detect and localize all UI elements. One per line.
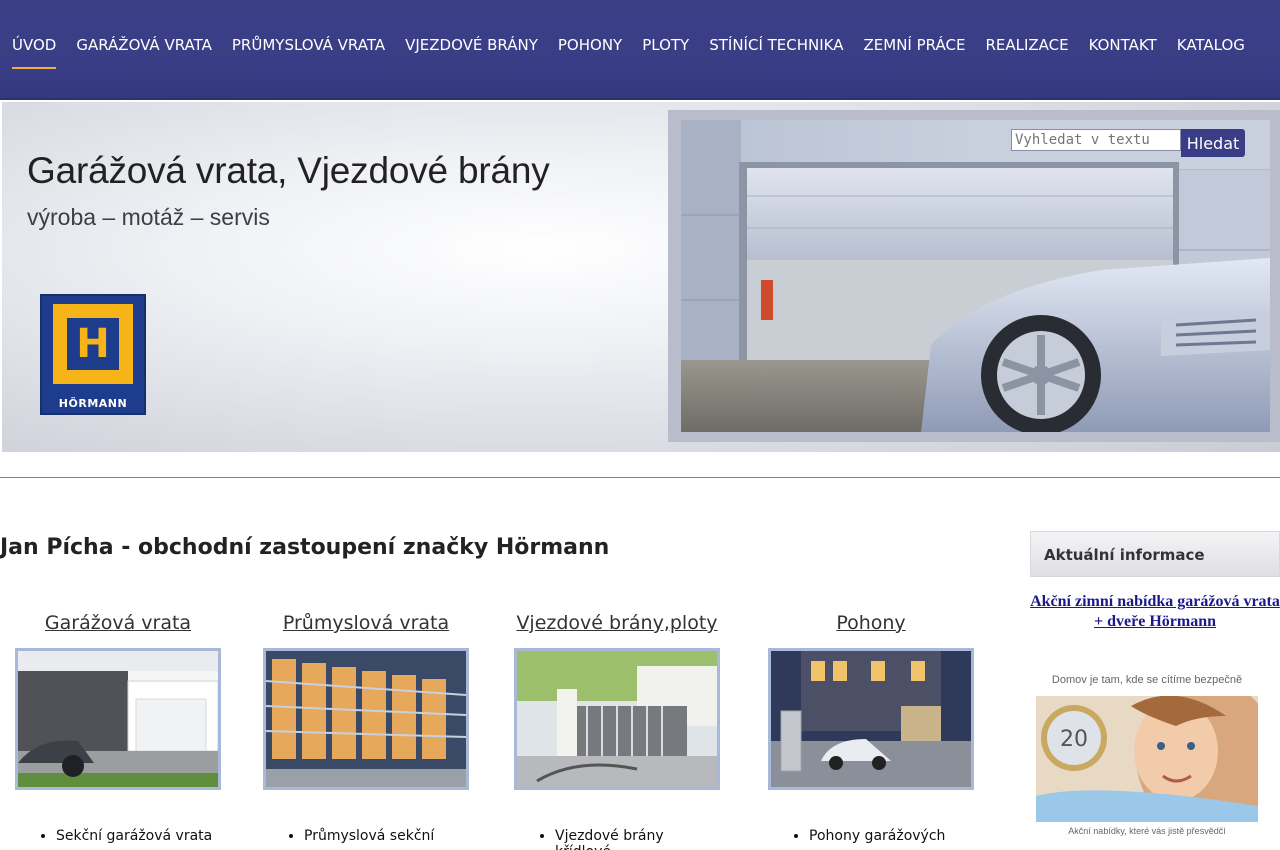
- section-divider: [0, 477, 1280, 478]
- main-navigation: ÚVOD GARÁŽOVÁ VRATA PRŮMYSLOVÁ VRATA VJE…: [0, 0, 1280, 100]
- category-vjezdove-brany: Vjezdové brány,ploty Vjezdové brány kříd…: [511, 612, 723, 850]
- promo-caption: Domov je tam, kde se cítíme bezpečně: [1051, 674, 1243, 686]
- nav-item-kontakt[interactable]: KONTAKT: [1079, 34, 1167, 70]
- nav-item-zemni-prace[interactable]: ZEMNÍ PRÁCE: [854, 34, 976, 70]
- category-link-pohony[interactable]: Pohony: [836, 612, 905, 634]
- nav-item-prumyslova-vrata[interactable]: PRŮMYSLOVÁ VRATA: [222, 34, 395, 70]
- hormann-logo[interactable]: H HÖRMANN: [40, 294, 146, 415]
- nav-item-realizace[interactable]: REALIZACE: [975, 34, 1078, 70]
- logo-wordmark: HÖRMANN: [58, 397, 128, 410]
- category-link-prumyslova-vrata[interactable]: Průmyslová vrata: [283, 612, 449, 634]
- promo-link[interactable]: Akční zimní nabídka garážová vrata + dve…: [1030, 592, 1280, 632]
- drives-thumbnail[interactable]: [768, 648, 974, 790]
- nav-item-vjezdove-brany[interactable]: VJEZDOVÉ BRÁNY: [395, 34, 548, 70]
- promo-image: 20: [1036, 696, 1258, 822]
- category-prumyslova-vrata: Průmyslová vrata Průmyslová sekční: [260, 612, 472, 844]
- svg-text:20: 20: [1060, 727, 1088, 752]
- category-pohony: Pohony Pohony garážových: [765, 612, 977, 844]
- category-bullet[interactable]: Pohony garážových: [809, 828, 977, 844]
- search-button[interactable]: Hledat: [1181, 129, 1245, 157]
- nav-item-katalog[interactable]: KATALOG: [1167, 34, 1255, 70]
- nav-item-uvod[interactable]: ÚVOD: [2, 34, 66, 70]
- category-bullet[interactable]: Průmyslová sekční: [304, 828, 472, 844]
- hero-photo-frame: [668, 110, 1280, 442]
- search-form: Hledat: [1011, 129, 1245, 157]
- category-garazova-vrata: Garážová vrata Sekční garážová vrata: [12, 612, 224, 844]
- nav-item-garazova-vrata[interactable]: GARÁŽOVÁ VRATA: [66, 34, 222, 70]
- garage-door-car-photo: [681, 120, 1270, 432]
- search-input[interactable]: [1011, 129, 1181, 151]
- category-link-garazova-vrata[interactable]: Garážová vrata: [45, 612, 191, 634]
- nav-item-ploty[interactable]: PLOTY: [632, 34, 699, 70]
- page-title: Jan Pícha - obchodní zastoupení značky H…: [0, 535, 610, 560]
- hero-title: Garážová vrata, Vjezdové brány: [27, 150, 550, 191]
- garage-door-thumbnail[interactable]: [15, 648, 221, 790]
- promo-footer: Akční nabídky, které vás jistě přesvědčí: [1068, 826, 1226, 836]
- logo-emblem: H: [53, 304, 133, 384]
- category-link-vjezdove-brany[interactable]: Vjezdové brány,ploty: [516, 612, 717, 634]
- nav-item-pohony[interactable]: POHONY: [548, 34, 632, 70]
- hero-subtitle: výroba – motáž – servis: [27, 204, 270, 230]
- nav-item-stinici-technika[interactable]: STÍNÍCÍ TECHNIKA: [699, 34, 853, 70]
- category-bullet[interactable]: Vjezdové brány křídlové: [555, 828, 723, 850]
- category-bullet[interactable]: Sekční garážová vrata: [56, 828, 224, 844]
- sidebar-heading: Aktuální informace: [1030, 531, 1280, 577]
- entrance-gate-thumbnail[interactable]: [514, 648, 720, 790]
- industrial-door-thumbnail[interactable]: [263, 648, 469, 790]
- promo-banner[interactable]: Domov je tam, kde se cítíme bezpečně 20 …: [1036, 668, 1258, 850]
